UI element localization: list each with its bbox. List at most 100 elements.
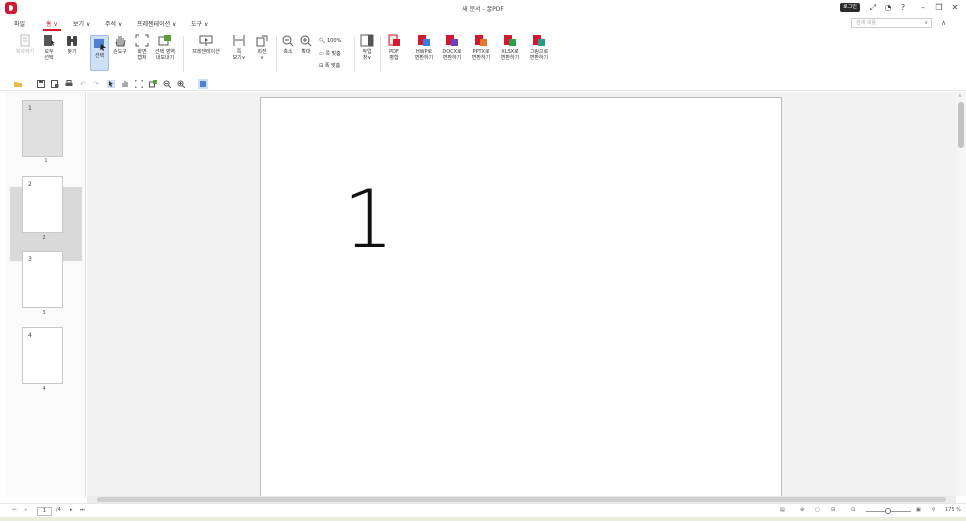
window-title: 새 문서 - 꿀PDF	[462, 6, 504, 13]
copy-icon	[20, 34, 30, 47]
ribbon-divider	[183, 36, 184, 72]
zoom-100-icon: 🔍︎	[319, 38, 326, 44]
page-thumbnail-1[interactable]: 1	[22, 100, 63, 157]
hand-mode-icon[interactable]	[121, 80, 129, 88]
fit-page-button[interactable]: ▭ 쪽 맞춤	[319, 50, 341, 57]
presentation-button[interactable]: 프레젠테이션	[188, 34, 224, 55]
presentation-icon	[199, 35, 213, 46]
last-page-icon[interactable]: ⏭	[80, 507, 85, 513]
menu-presentation[interactable]: 프레젠테이션 ∨	[137, 19, 176, 28]
zoom-out-icon	[282, 35, 294, 47]
zoom-out-small-icon[interactable]	[163, 80, 171, 88]
convert-xlsx-button[interactable]: XLSX로 변환하기	[498, 34, 522, 61]
taskbar-edge	[0, 517, 966, 521]
screen-capture-button[interactable]: 화면 캡처	[133, 34, 151, 61]
save-as-icon[interactable]	[51, 80, 59, 88]
convert-docx-label-2: 변환하기	[442, 55, 462, 61]
zoom-out-label: 축소	[283, 49, 293, 55]
page-view-button[interactable]: 쪽 보기∨	[230, 34, 248, 61]
total-pages: /4	[56, 507, 61, 513]
thumbnail-page-number: 2	[28, 181, 32, 188]
zoom-in-status-icon[interactable]: ▣	[916, 507, 921, 513]
zoom-magnifier-icon[interactable]: ⚲	[932, 507, 936, 513]
zoom-level: 175 %	[945, 507, 961, 513]
hwp-file-icon	[418, 35, 430, 46]
menu-file[interactable]: 파일	[14, 19, 25, 28]
select-all-button[interactable]: 모두 선택	[40, 34, 58, 61]
convert-image-button[interactable]: 그림으로 변환하기	[526, 34, 552, 61]
menu-annotate[interactable]: 주석 ∨	[105, 19, 122, 28]
work-pane-button[interactable]: 작업 창∨	[359, 34, 375, 61]
page-thumbnail-2[interactable]: 2	[22, 176, 63, 233]
layout-toggle-icon[interactable]	[198, 79, 208, 89]
close-icon[interactable]: ✕	[950, 3, 960, 13]
page-content-number: 1	[343, 173, 394, 266]
expand-icon[interactable]: ⤢	[868, 3, 878, 13]
horizontal-scroll-thumb[interactable]	[97, 497, 946, 502]
ribbon-divider	[380, 36, 381, 72]
redo-icon[interactable]: ↷	[93, 80, 101, 88]
select-tool-label: 선택	[94, 53, 105, 59]
zoom-in-button[interactable]: 확대	[299, 34, 313, 55]
export-mode-icon[interactable]	[149, 80, 157, 88]
page-view-icon	[233, 35, 245, 46]
zoom-in-small-icon[interactable]	[177, 80, 185, 88]
menu-home[interactable]: 홈 ∨	[43, 19, 61, 31]
help-icon[interactable]: ?	[898, 3, 908, 13]
next-page-icon[interactable]: ▸	[70, 507, 73, 513]
continuous-page-icon[interactable]: ⊟	[831, 507, 835, 513]
horizontal-scrollbar[interactable]	[87, 496, 956, 503]
copy-button[interactable]: 복사하기	[13, 34, 37, 55]
title-bar: 새 문서 - 꿀PDF 로그인 ⤢ ◔ ? – ❐ ✕	[0, 0, 966, 16]
fit-width-button[interactable]: ⊟ 폭 맞춤	[319, 62, 340, 69]
undo-icon[interactable]: ↶	[80, 80, 88, 88]
open-folder-icon[interactable]	[14, 80, 22, 88]
work-pane-label-2: 창∨	[362, 55, 372, 61]
menu-tools[interactable]: 도구 ∨	[191, 19, 208, 28]
zoom-in-icon	[300, 35, 312, 47]
page-view-label-2: 보기∨	[232, 55, 246, 61]
convert-hwp-button[interactable]: HWP로 변환하기	[412, 34, 436, 61]
select-tool-button[interactable]: 선택	[90, 35, 109, 71]
zoom-fit-icon[interactable]: ⊕	[800, 507, 804, 513]
vertical-scroll-thumb[interactable]	[958, 102, 964, 148]
zoom-slider-handle[interactable]	[885, 508, 891, 514]
single-page-icon[interactable]: ▢	[815, 507, 820, 513]
copy-label: 복사하기	[15, 49, 35, 55]
zoom-100-button[interactable]: 🔍︎ 100%	[319, 38, 341, 44]
restore-icon[interactable]: ❐	[934, 3, 944, 13]
print-icon[interactable]	[65, 80, 73, 88]
menu-view[interactable]: 보기 ∨	[73, 19, 90, 28]
fit-page-label: 쪽 맞춤	[325, 51, 341, 57]
document-page[interactable]: 1	[260, 97, 782, 497]
hand-icon	[115, 36, 126, 47]
login-button[interactable]: 로그인	[840, 3, 860, 12]
page-number-input[interactable]: 1	[37, 507, 52, 516]
convert-pptx-button[interactable]: PPTX로 변환하기	[469, 34, 493, 61]
search-input[interactable]: 검색 내용 ∨	[851, 18, 932, 28]
rotate-icon	[256, 35, 268, 47]
zoom-out-button[interactable]: 축소	[281, 34, 295, 55]
capture-mode-icon[interactable]	[135, 80, 143, 88]
theme-icon[interactable]: ◔	[883, 3, 893, 13]
pdf-merge-button[interactable]: PDF 병합	[385, 34, 403, 61]
zoom-out-status-icon[interactable]: ⊡	[851, 507, 855, 513]
page-thumbnail-3[interactable]: 3	[22, 251, 63, 308]
page-thumbnail-4[interactable]: 4	[22, 327, 63, 384]
rotate-button[interactable]: 회전 ∨	[253, 34, 271, 61]
select-all-label-2: 선택	[44, 55, 54, 61]
presentation-label: 프레젠테이션	[192, 49, 220, 55]
vertical-scrollbar[interactable]: ∧	[956, 92, 966, 496]
scroll-up-icon[interactable]: ∧	[958, 93, 962, 99]
export-selection-button[interactable]: 선택 영역 내보내기	[153, 34, 177, 61]
select-mode-icon[interactable]	[107, 80, 115, 88]
hand-tool-button[interactable]: 손도구	[111, 34, 129, 55]
prev-page-icon[interactable]: ◂	[24, 507, 27, 513]
collapse-ribbon-icon[interactable]: ∧	[941, 19, 946, 27]
convert-docx-button[interactable]: DOCX로 변환하기	[440, 34, 464, 61]
page-mode-icon[interactable]: ▤	[780, 507, 785, 513]
save-icon[interactable]	[37, 80, 45, 88]
minimize-icon[interactable]: –	[918, 3, 928, 13]
first-page-icon[interactable]: ⏮	[12, 507, 17, 513]
find-button[interactable]: 찾기	[63, 34, 81, 55]
